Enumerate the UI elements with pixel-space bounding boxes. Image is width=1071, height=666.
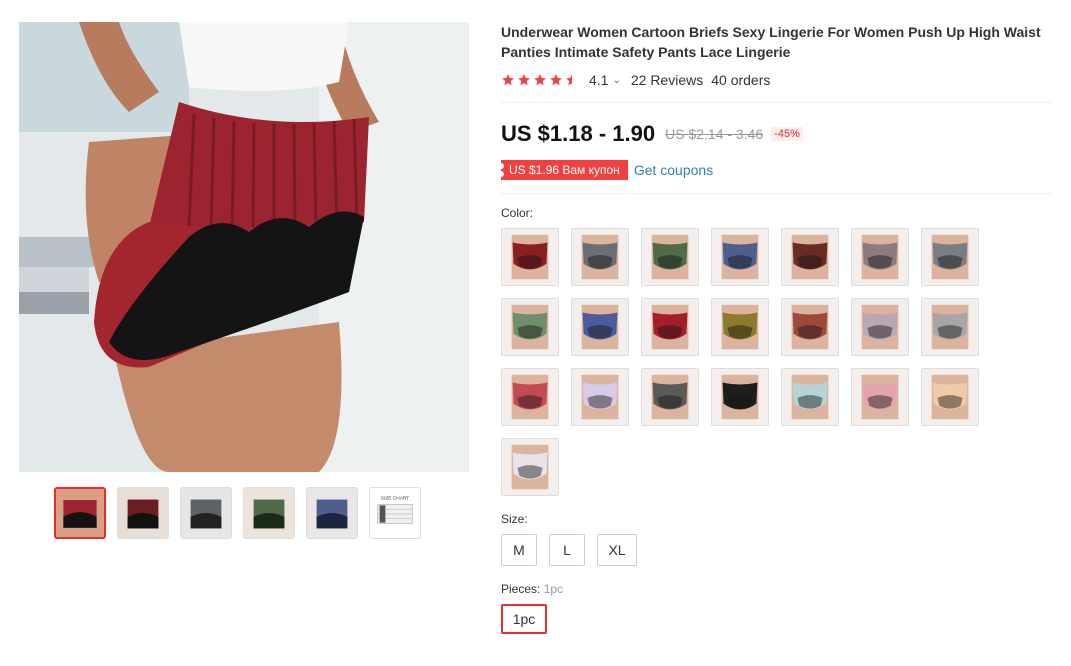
coupon-row: US $1.96 Вам купон Get coupons [498, 160, 1051, 180]
orders-count: 40 orders [711, 72, 771, 88]
original-price: US $2.14 - 3.46 [665, 126, 764, 142]
coupon-badge[interactable]: US $1.96 Вам купон [498, 160, 628, 180]
main-product-image[interactable] [19, 22, 469, 472]
color-swatch[interactable] [781, 228, 839, 286]
thumbnail-darkred[interactable] [117, 487, 169, 539]
chevron-down-icon[interactable]: ⌄ [612, 75, 620, 86]
color-swatch[interactable] [501, 368, 559, 426]
current-price: US $1.18 - 1.90 [501, 121, 656, 146]
size-option-m[interactable]: M [501, 534, 537, 566]
size-option-xl[interactable]: XL [597, 534, 637, 566]
rating-value: 4.1 [589, 72, 609, 88]
color-swatch[interactable] [851, 298, 909, 356]
color-label: Color: [501, 206, 534, 220]
half-star-icon [566, 74, 572, 86]
star-icon [534, 74, 546, 86]
rating-stars [501, 73, 579, 87]
color-swatch[interactable] [711, 228, 769, 286]
color-swatch[interactable] [571, 228, 629, 286]
thumbnail-blue[interactable] [306, 487, 358, 539]
product-info: Underwear Women Cartoon Briefs Sexy Ling… [498, 22, 1051, 634]
color-swatch[interactable] [641, 298, 699, 356]
color-swatch[interactable] [571, 298, 629, 356]
color-swatch[interactable] [921, 368, 979, 426]
color-swatch[interactable] [921, 298, 979, 356]
pieces-option-1pc[interactable]: 1pc [501, 604, 547, 634]
color-swatch[interactable] [711, 298, 769, 356]
thumbnail-strip: SIZE CHART [54, 487, 421, 539]
size-option-l[interactable]: L [549, 534, 585, 566]
star-icon [550, 74, 562, 86]
rating-row: 4.1 ⌄ 22 Reviews 40 orders [501, 72, 1051, 103]
star-icon [518, 74, 530, 86]
thumbnail-red[interactable] [54, 487, 106, 539]
pieces-options: 1pc [501, 604, 1051, 634]
color-swatch[interactable] [641, 228, 699, 286]
color-swatch[interactable] [571, 368, 629, 426]
star-icon [502, 74, 514, 86]
color-swatch[interactable] [501, 228, 559, 286]
thumbnail-green[interactable] [243, 487, 295, 539]
size-label: Size: [501, 512, 528, 526]
color-swatch[interactable] [781, 368, 839, 426]
size-chart-label: SIZE CHART [381, 496, 409, 502]
thumbnail-size-chart[interactable]: SIZE CHART [369, 487, 421, 539]
size-options: M L XL [501, 534, 1051, 566]
pieces-label: Pieces: [501, 582, 541, 596]
color-swatch[interactable] [641, 368, 699, 426]
price-row: US $1.18 - 1.90 US $2.14 - 3.46 -45% [501, 121, 1051, 147]
color-swatch[interactable] [921, 228, 979, 286]
thumbnail-gray[interactable] [180, 487, 232, 539]
color-swatch[interactable] [501, 438, 559, 496]
divider [501, 193, 1051, 194]
color-swatch[interactable] [851, 368, 909, 426]
product-title: Underwear Women Cartoon Briefs Sexy Ling… [501, 24, 1041, 60]
pieces-selected: 1pc [543, 582, 564, 596]
color-swatch[interactable] [851, 228, 909, 286]
reviews-count[interactable]: 22 Reviews [631, 72, 703, 88]
color-swatch[interactable] [711, 368, 769, 426]
color-swatch[interactable] [781, 298, 839, 356]
pieces-label-row: Pieces: 1pc [501, 582, 1051, 596]
get-coupons-link[interactable]: Get coupons [634, 162, 713, 178]
color-swatches [501, 228, 1051, 496]
discount-badge: -45% [771, 127, 803, 141]
product-gallery: SIZE CHART [19, 22, 469, 539]
color-swatch[interactable] [501, 298, 559, 356]
